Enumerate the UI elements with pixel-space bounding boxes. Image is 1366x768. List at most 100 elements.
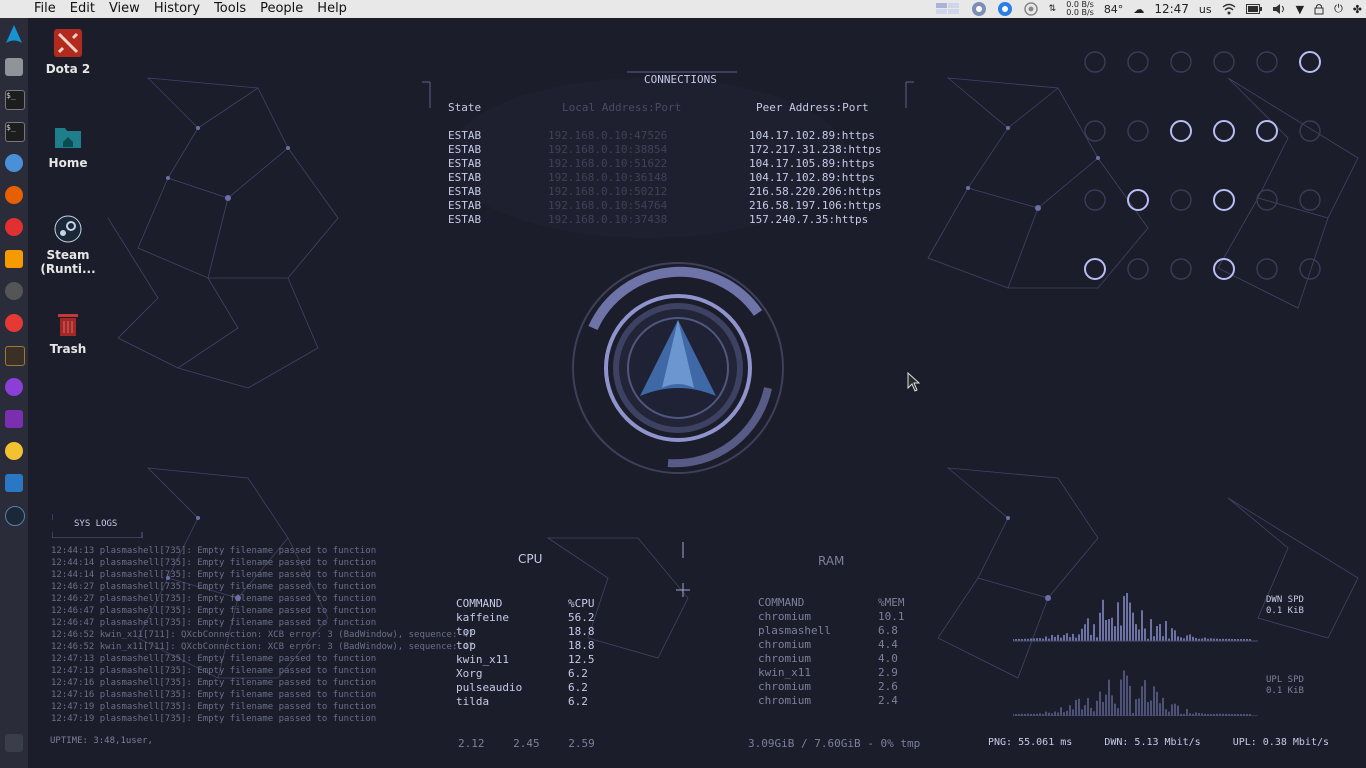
- steam-icon: [53, 214, 83, 244]
- ram-process-table: COMMAND %MEM chromium 10.1 plasmashell 6.8 …: [758, 596, 905, 708]
- conn-state: ESTAB: [448, 213, 482, 226]
- proc-mem: 6.8: [878, 624, 898, 637]
- proc-command: tilda: [456, 695, 490, 708]
- menu-tools[interactable]: Tools: [207, 0, 253, 18]
- table-row: chromium 2.6: [758, 680, 905, 694]
- upload-speed-panel: UPL SPD 0.1 KiB: [1266, 675, 1304, 697]
- record-icon[interactable]: [1023, 1, 1039, 17]
- proc-command: kaffeine: [456, 611, 509, 624]
- table-header: COMMAND %CPU: [456, 597, 595, 611]
- proc-mem: 4.4: [878, 638, 898, 651]
- log-line: 12:47:19 plasmashell[735]: Empty filenam…: [51, 702, 377, 712]
- col-command: COMMAND: [456, 597, 503, 610]
- net-speed: 0.0 B/s 0.0 B/s: [1066, 1, 1094, 17]
- ping: PNG: 55.061 ms: [988, 737, 1073, 748]
- download-rate: DWN: 5.13 Mbit/s: [1104, 737, 1201, 748]
- wifi-icon[interactable]: [1222, 3, 1236, 15]
- keyboard-layout[interactable]: us: [1199, 3, 1212, 16]
- log-line: 12:44:14 plasmashell[735]: Empty filenam…: [51, 570, 377, 580]
- table-row: kwin_x11 2.9: [758, 666, 905, 680]
- upload-label: UPL SPD: [1266, 675, 1304, 685]
- draw-icon[interactable]: [5, 314, 23, 332]
- sublime-icon[interactable]: [5, 250, 23, 268]
- chrome-tray-icon[interactable]: [971, 1, 987, 17]
- proc-mem: 10.1: [878, 610, 905, 623]
- table-row: top 18.8: [456, 625, 595, 639]
- table-row: chromium 4.4: [758, 638, 905, 652]
- firefox-icon[interactable]: [5, 186, 23, 204]
- proc-mem: 2.9: [878, 666, 898, 679]
- network-graphs: [1013, 593, 1258, 716]
- conn-local: 192.168.0.10:37438: [548, 213, 668, 226]
- proc-command: kwin_x11: [758, 666, 811, 679]
- desktop-icon-steam[interactable]: Steam (Runti...: [40, 214, 96, 276]
- system-monitor-icon[interactable]: [5, 474, 23, 492]
- steam-dock-icon[interactable]: [5, 506, 25, 526]
- load-1min: 2.12: [458, 737, 485, 750]
- chromium-icon[interactable]: [5, 154, 23, 172]
- conn-local: 192.168.0.10:38854: [548, 143, 668, 156]
- conn-local: 192.168.0.10:47526: [548, 129, 668, 142]
- menu-edit[interactable]: Edit: [63, 0, 102, 18]
- updates-icon[interactable]: [997, 1, 1013, 17]
- net-arrows-icon: ⇅: [1048, 4, 1057, 14]
- table-row: ESTAB 192.168.0.10:47526 104.17.102.89:htt…: [448, 129, 881, 143]
- table-row: plasmashell 6.8: [758, 624, 905, 638]
- settings-icon[interactable]: [5, 282, 23, 300]
- video-icon[interactable]: [5, 410, 23, 428]
- table-row: chromium 2.4: [758, 694, 905, 708]
- menu-view[interactable]: View: [102, 0, 147, 18]
- menu-history[interactable]: History: [147, 0, 207, 18]
- tray-expand-icon[interactable]: ▼: [1296, 3, 1304, 16]
- col-command: COMMAND: [758, 596, 805, 609]
- files-icon[interactable]: [5, 58, 23, 76]
- terminal-icon[interactable]: $_: [5, 122, 25, 142]
- trash-dock-icon[interactable]: [5, 734, 23, 752]
- col-peer-address: Peer Address:Port: [756, 101, 869, 114]
- table-row: ESTAB 192.168.0.10:38854 172.217.31.238:ht…: [448, 143, 881, 157]
- desktop-icon-dota2[interactable]: Dota 2: [40, 28, 96, 76]
- plasma-icon[interactable]: ✤: [1353, 3, 1362, 16]
- clock[interactable]: 12:47: [1154, 2, 1189, 16]
- proc-command: top: [456, 625, 476, 638]
- desktop-icon-home[interactable]: Home: [40, 122, 96, 170]
- syslogs-title: SYS LOGS: [74, 519, 118, 529]
- arch-launcher-icon[interactable]: [5, 24, 23, 43]
- table-row: ESTAB 192.168.0.10:36148 104.17.102.89:htt…: [448, 171, 881, 185]
- opera-icon[interactable]: [5, 218, 23, 236]
- power-icon[interactable]: ⏻: [1334, 2, 1343, 16]
- video-editor-icon[interactable]: [5, 346, 25, 366]
- load-15min: 2.59: [568, 737, 595, 750]
- menu-help[interactable]: Help: [310, 0, 354, 18]
- volume-icon[interactable]: [1272, 3, 1286, 15]
- conn-peer: 216.58.220.206:https: [749, 185, 882, 198]
- menu-people[interactable]: People: [253, 0, 310, 18]
- menu-file[interactable]: File: [0, 0, 63, 18]
- media-player-icon[interactable]: [5, 378, 23, 396]
- log-line: 12:47:16 plasmashell[735]: Empty filenam…: [51, 678, 377, 688]
- terminal-icon[interactable]: $_: [5, 90, 25, 110]
- dota-icon: [53, 28, 83, 58]
- net-down-speed: 0.0 B/s: [1066, 8, 1094, 17]
- conn-state: ESTAB: [448, 129, 482, 142]
- ram-title: RAM: [818, 554, 845, 568]
- col-local-address: Local Address:Port: [562, 101, 682, 114]
- conn-peer: 157.240.7.35:https: [749, 213, 869, 226]
- conn-peer: 104.17.102.89:https: [749, 129, 875, 142]
- uptime: UPTIME: 3:48,1user,: [50, 736, 153, 746]
- lock-icon[interactable]: [1314, 3, 1324, 15]
- conn-peer: 104.17.102.89:https: [749, 171, 875, 184]
- weather-icon[interactable]: ☁: [1133, 3, 1144, 16]
- download-graph: [1013, 593, 1251, 641]
- webcam-icon[interactable]: [5, 442, 23, 460]
- log-line: 12:44:14 plasmashell[735]: Empty filenam…: [51, 558, 377, 568]
- proc-cpu: 6.2: [568, 667, 588, 680]
- proc-cpu: 18.8: [568, 639, 595, 652]
- temperature: 84°: [1103, 2, 1124, 16]
- desktop-icon-trash[interactable]: Trash: [40, 308, 96, 356]
- desktop-icon-label: Dota 2: [45, 62, 91, 76]
- pager-icon[interactable]: [935, 2, 961, 16]
- log-line: 12:46:47 plasmashell[735]: Empty filenam…: [51, 618, 377, 628]
- proc-command: Xorg: [456, 667, 483, 680]
- battery-icon[interactable]: [1245, 4, 1262, 14]
